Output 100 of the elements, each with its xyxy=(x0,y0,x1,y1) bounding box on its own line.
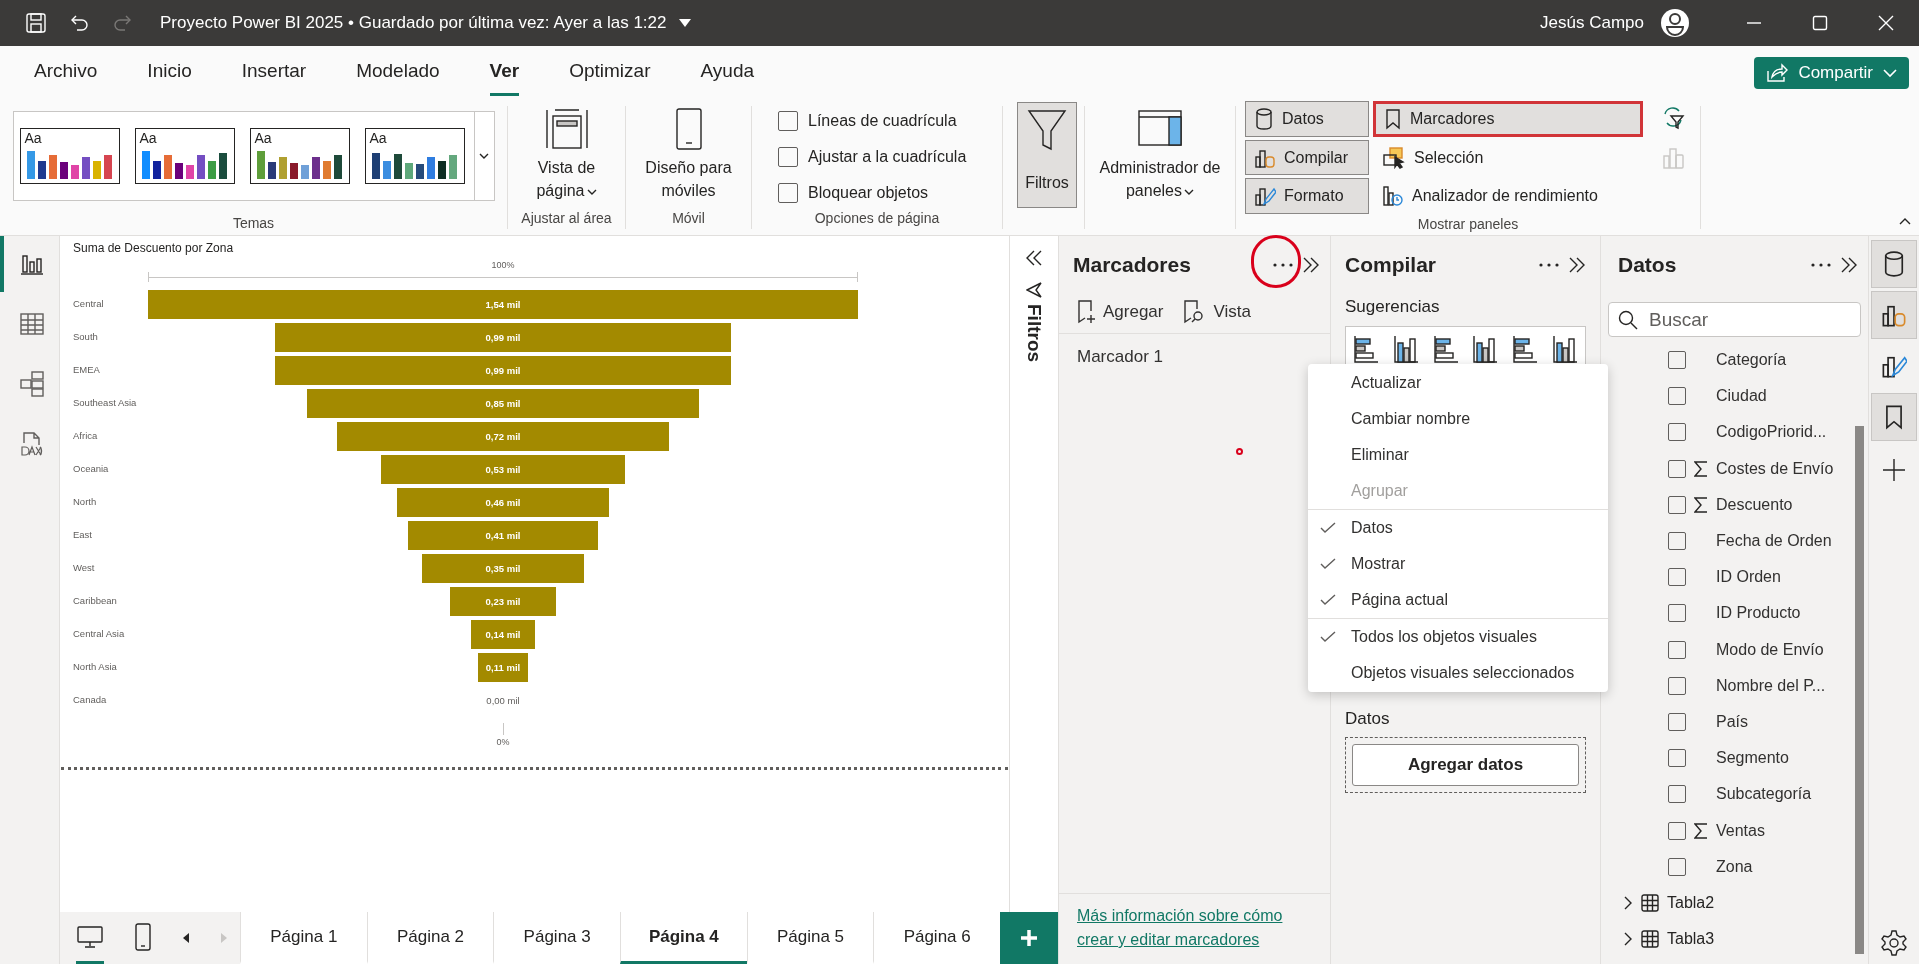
ribbon-tab[interactable]: Ayuda xyxy=(700,50,754,96)
pane-manager-button[interactable]: Administrador de paneles xyxy=(1086,102,1234,208)
close-icon[interactable] xyxy=(1878,15,1894,31)
build-pane-button[interactable] xyxy=(1871,291,1917,339)
help-link[interactable]: Más información sobre cómo crear y editar marcadores xyxy=(1077,904,1307,952)
theme-thumbnail[interactable]: Aa xyxy=(134,128,235,184)
visual-type-icon[interactable] xyxy=(1472,334,1499,363)
checkbox[interactable] xyxy=(1668,532,1686,551)
field-name[interactable]: Fecha de Orden xyxy=(1716,529,1832,554)
visual-type-icon[interactable] xyxy=(1432,334,1459,363)
page-tab[interactable]: Página 2 xyxy=(366,912,494,964)
theme-thumbnail[interactable]: Aa xyxy=(364,128,465,184)
field-name[interactable]: Subcategoría xyxy=(1716,782,1812,807)
checkbox[interactable] xyxy=(1668,857,1686,876)
caret-icon[interactable] xyxy=(678,18,693,28)
ribbon-tab[interactable]: Insertar xyxy=(241,50,307,96)
checkbox[interactable] xyxy=(1668,604,1686,623)
pane-action-button[interactable]: Vista xyxy=(1183,298,1251,325)
more-options-icon[interactable] xyxy=(1810,262,1832,268)
plus-icon[interactable] xyxy=(1882,458,1906,482)
search-field[interactable]: Buscar xyxy=(1608,302,1861,337)
pane-toggle-button[interactable]: Analizador de rendimiento xyxy=(1373,178,1643,214)
collapse-pane-icon[interactable] xyxy=(1840,257,1858,273)
table-item[interactable]: Tabla3 xyxy=(1601,921,1868,958)
bookmarks-pane-button[interactable] xyxy=(1871,393,1917,441)
expand-left-icon[interactable] xyxy=(1025,250,1043,266)
scrollbar[interactable] xyxy=(1855,426,1864,954)
checkbox[interactable] xyxy=(1668,351,1686,370)
field-name[interactable]: CodigoPriorid... xyxy=(1716,420,1827,445)
checkbox[interactable] xyxy=(1668,568,1686,587)
collapse-pane-icon[interactable] xyxy=(1568,257,1586,273)
more-options-icon[interactable] xyxy=(1272,262,1294,268)
settings-icon[interactable] xyxy=(1881,930,1907,956)
maximize-icon[interactable] xyxy=(1812,15,1828,31)
pane-toggle-button[interactable]: Formato xyxy=(1245,178,1369,214)
field-name[interactable]: ID Orden xyxy=(1716,565,1781,590)
collapse-ribbon-icon[interactable] xyxy=(1899,217,1911,225)
field-name[interactable]: País xyxy=(1716,709,1748,734)
ribbon-tab[interactable]: Optimizar xyxy=(569,50,651,96)
checkbox[interactable] xyxy=(1668,423,1686,442)
page-tab[interactable]: Página 5 xyxy=(746,912,874,964)
share-button[interactable]: Compartir xyxy=(1754,57,1909,89)
visual-type-icon[interactable] xyxy=(1512,334,1539,363)
pane-toggle-button[interactable]: Compilar xyxy=(1245,139,1369,176)
field-name[interactable]: Costes de Envío xyxy=(1716,456,1834,481)
checkbox[interactable] xyxy=(1668,387,1686,406)
field-name[interactable]: Segmento xyxy=(1716,746,1789,771)
ribbon-tab[interactable]: Archivo xyxy=(34,50,98,96)
checkbox[interactable] xyxy=(1668,640,1686,659)
checkbox[interactable] xyxy=(1668,459,1686,478)
field-name[interactable]: Ciudad xyxy=(1716,384,1767,409)
sync-filter-icon[interactable] xyxy=(1661,106,1685,130)
filters-pane-label[interactable]: Filtros xyxy=(1019,304,1049,363)
page-tab[interactable]: Página 4 xyxy=(620,912,747,964)
chevron-right-icon[interactable] xyxy=(1623,894,1633,911)
chevron-right-icon[interactable] xyxy=(1623,931,1633,948)
filters-button[interactable]: Filtros xyxy=(1017,102,1077,208)
theme-thumbnail[interactable]: Aa xyxy=(249,128,350,184)
add-page-button[interactable] xyxy=(1000,912,1058,964)
page-tab[interactable]: Página 3 xyxy=(493,912,620,964)
checkbox[interactable] xyxy=(778,147,798,167)
checkbox[interactable] xyxy=(1668,749,1686,768)
visual-type-icon[interactable] xyxy=(1552,334,1579,363)
data-pane-button[interactable] xyxy=(1871,240,1917,288)
chevron-down-icon[interactable] xyxy=(479,152,489,160)
field-name[interactable]: Categoría xyxy=(1716,348,1787,373)
ribbon-tab[interactable]: Modelado xyxy=(356,50,440,96)
pane-toggle-button[interactable]: Datos xyxy=(1245,101,1369,137)
ribbon-tab[interactable]: Inicio xyxy=(147,50,192,96)
checkbox[interactable] xyxy=(778,183,798,203)
checkbox[interactable] xyxy=(1668,676,1686,695)
more-options-icon[interactable] xyxy=(1538,262,1560,268)
field-name[interactable]: Nombre del P... xyxy=(1716,673,1826,698)
page-tab[interactable]: Página 1 xyxy=(240,912,367,964)
visual-type-icon[interactable] xyxy=(1392,334,1419,363)
menu-item[interactable]: Objetos visuales seleccionados xyxy=(1308,655,1608,691)
menu-item[interactable]: Eliminar xyxy=(1308,437,1608,473)
menu-item[interactable]: Página actual xyxy=(1308,582,1608,618)
checkbox[interactable] xyxy=(1668,821,1686,840)
menu-item[interactable]: Datos xyxy=(1308,510,1608,546)
pane-toggle-button[interactable]: Marcadores xyxy=(1373,101,1643,137)
checkbox[interactable] xyxy=(778,111,798,131)
menu-item[interactable]: Mostrar xyxy=(1308,546,1608,582)
checkbox[interactable] xyxy=(1668,712,1686,731)
field-name[interactable]: Modo de Envío xyxy=(1716,637,1824,662)
collapse-pane-icon[interactable] xyxy=(1302,257,1320,273)
add-data-button[interactable]: Agregar datos xyxy=(1352,744,1579,786)
save-icon[interactable] xyxy=(24,11,48,35)
mobile-layout-button[interactable]: Diseño para móviles xyxy=(632,100,745,208)
menu-item[interactable]: Todos los objetos visuales xyxy=(1308,619,1608,655)
menu-item[interactable]: Cambiar nombre xyxy=(1308,401,1608,437)
theme-thumbnail[interactable]: Aa xyxy=(19,128,120,184)
avatar-icon[interactable] xyxy=(1660,8,1690,38)
checkbox[interactable] xyxy=(1668,785,1686,804)
pane-toggle-button[interactable]: Selección xyxy=(1373,139,1643,176)
page-view-button[interactable]: Vista de página xyxy=(516,100,617,208)
field-name[interactable]: Zona xyxy=(1716,854,1753,879)
ribbon-tab[interactable]: Ver xyxy=(489,50,520,96)
visual-type-icon[interactable] xyxy=(1352,334,1379,363)
scroll-left-icon[interactable] xyxy=(182,932,190,944)
